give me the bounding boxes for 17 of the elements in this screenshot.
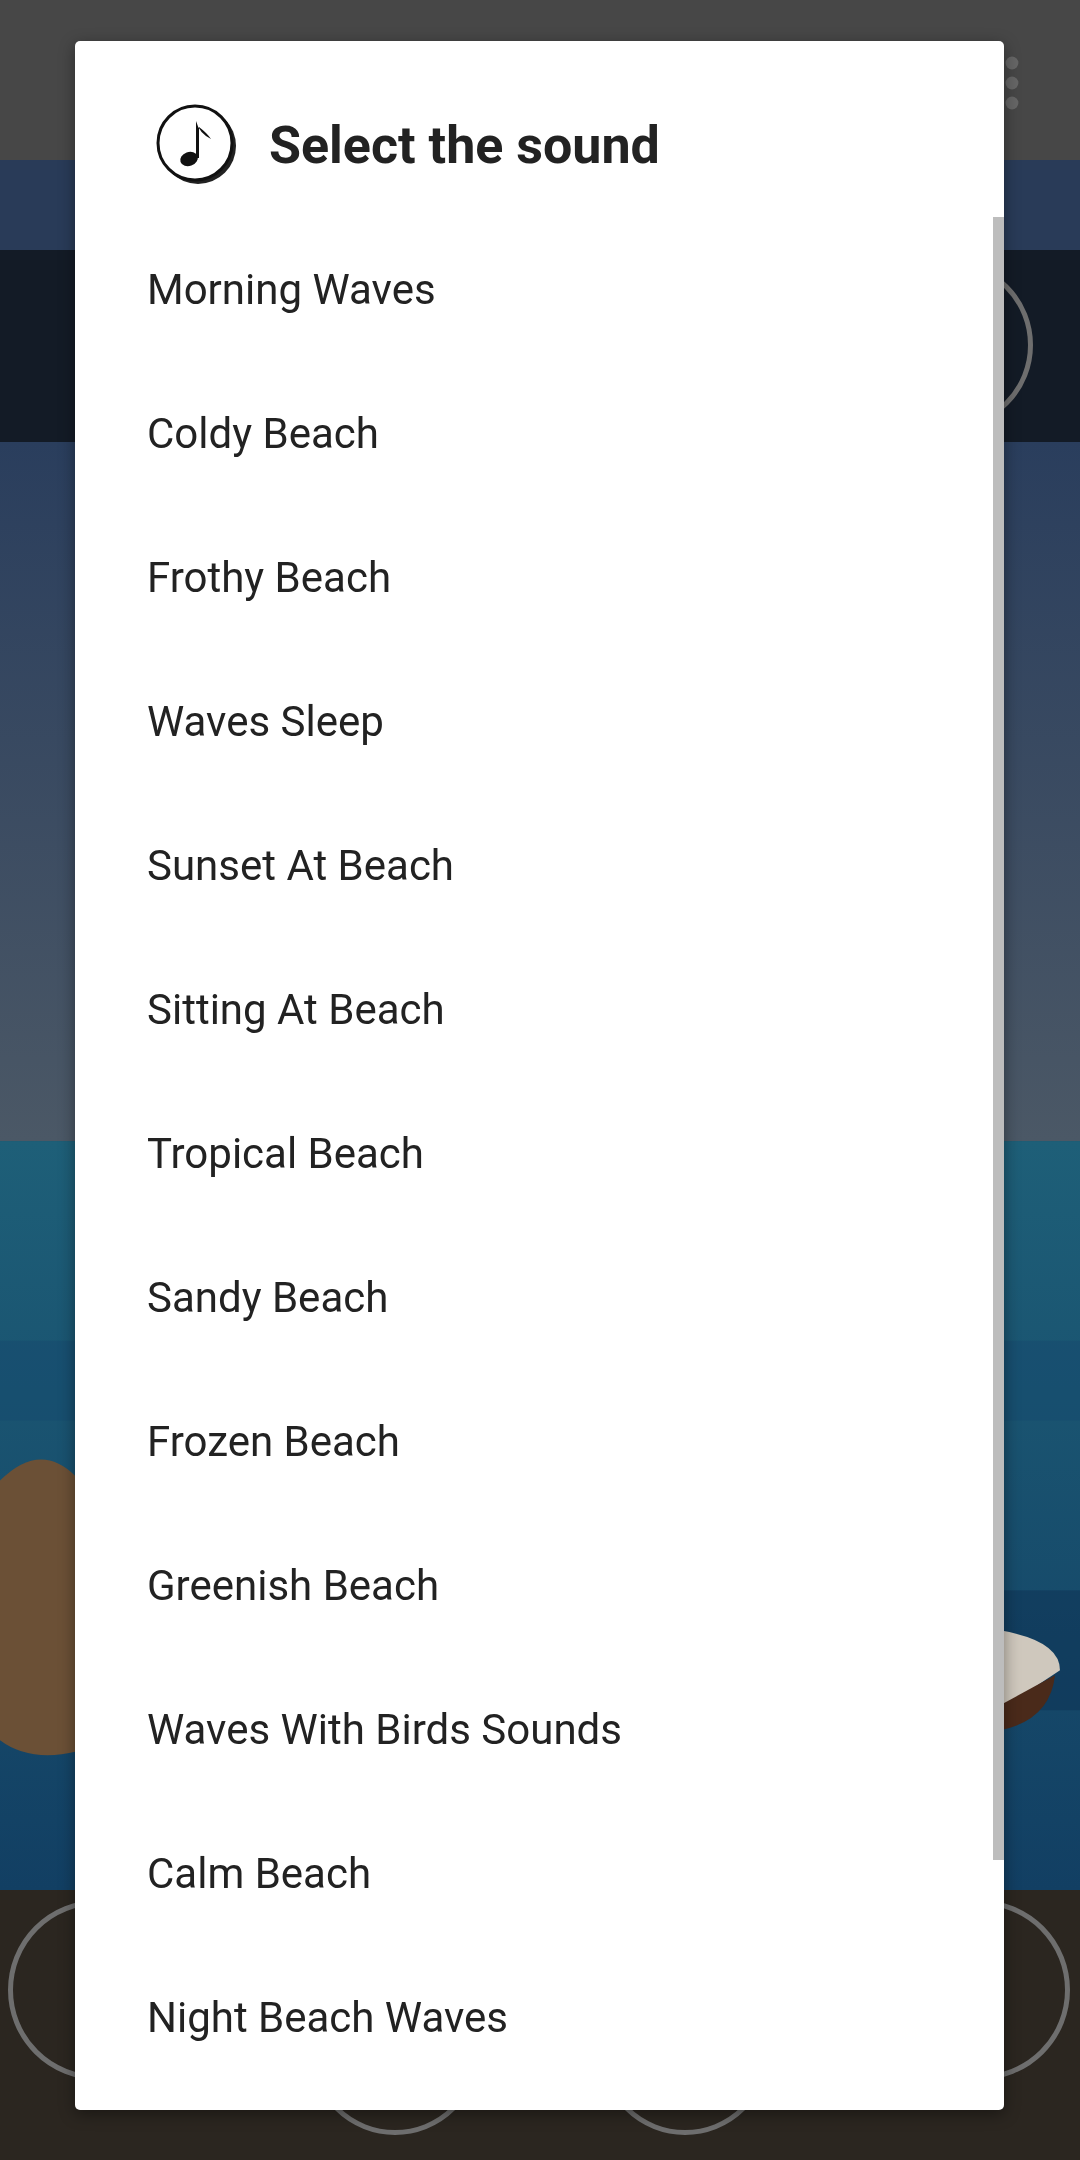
sound-option[interactable]: Waves With Birds Sounds: [75, 1657, 993, 1801]
scrollbar[interactable]: [993, 217, 1004, 1860]
more-icon[interactable]: [1004, 55, 1020, 111]
dialog-title: Select the sound: [269, 114, 660, 176]
sound-option[interactable]: Calm Beach: [75, 1801, 993, 1945]
sound-option[interactable]: Night Beach Waves: [75, 1945, 993, 2089]
sound-option[interactable]: Sandy Beach: [75, 1225, 993, 1369]
sound-option[interactable]: Frozen Beach: [75, 1369, 993, 1513]
sound-option[interactable]: Greenish Beach: [75, 1513, 993, 1657]
sound-option[interactable]: Waves Sleep: [75, 649, 993, 793]
sound-option[interactable]: Tropical Beach: [75, 1081, 993, 1225]
sound-option[interactable]: Frothy Beach: [75, 505, 993, 649]
sound-option[interactable]: Coldy Beach: [75, 361, 993, 505]
sound-option[interactable]: Sitting At Beach: [75, 937, 993, 1081]
sound-option[interactable]: Sunset At Beach: [75, 793, 993, 937]
sound-option[interactable]: Morning Waves: [75, 217, 993, 361]
music-note-icon: [155, 103, 239, 187]
